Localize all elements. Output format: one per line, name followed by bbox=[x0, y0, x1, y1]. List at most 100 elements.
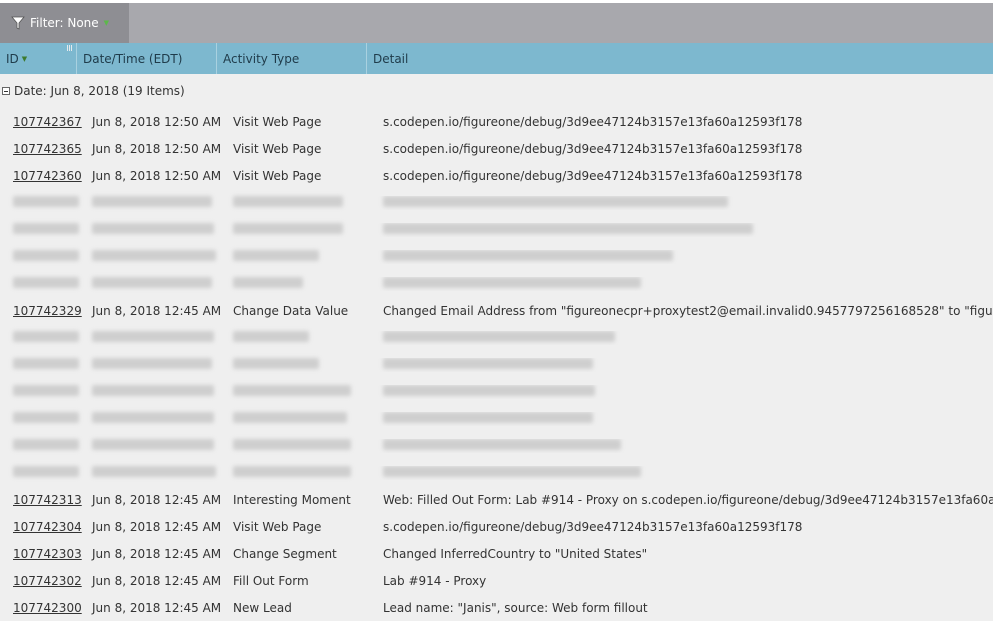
activity-datetime: Jun 8, 2018 12:45 AM bbox=[92, 303, 222, 318]
redacted-cell bbox=[80, 330, 221, 345]
activity-detail: s.codepen.io/figureone/debug/3d9ee47124b… bbox=[383, 519, 803, 534]
activity-type: Visit Web Page bbox=[233, 114, 322, 129]
redacted-text bbox=[233, 195, 343, 207]
activity-type: Change Segment bbox=[233, 546, 337, 561]
redacted-cell bbox=[221, 384, 371, 399]
redacted-cell bbox=[221, 195, 371, 210]
activity-type: Interesting Moment bbox=[233, 492, 351, 507]
redacted-text bbox=[92, 384, 214, 396]
redacted-text bbox=[13, 195, 79, 207]
redacted-cell bbox=[371, 411, 993, 426]
redacted-text bbox=[13, 249, 79, 261]
row-container: 107742367 Jun 8, 2018 12:50 AM Visit Web P… bbox=[0, 108, 993, 621]
redacted-cell bbox=[221, 411, 371, 426]
activity-detail: s.codepen.io/figureone/debug/3d9ee47124b… bbox=[383, 168, 803, 183]
table-row[interactable] bbox=[0, 324, 993, 351]
column-menu-icon[interactable] bbox=[67, 45, 73, 51]
activity-id-link[interactable]: 107742329 bbox=[0, 304, 82, 318]
activity-detail: Web: Filled Out Form: Lab #914 - Proxy o… bbox=[383, 492, 993, 507]
activity-type: Fill Out Form bbox=[233, 573, 309, 588]
table-row[interactable] bbox=[0, 459, 993, 486]
redacted-cell bbox=[371, 357, 993, 372]
table-row[interactable]: 107742300 Jun 8, 2018 12:45 AM New Lead Lea… bbox=[0, 594, 993, 621]
redacted-text bbox=[233, 330, 309, 342]
redacted-cell bbox=[371, 249, 993, 264]
redacted-cell bbox=[371, 330, 993, 345]
redacted-text bbox=[233, 438, 351, 450]
redacted-cell bbox=[371, 195, 993, 210]
column-header-detail[interactable]: Detail bbox=[367, 43, 993, 74]
collapse-icon[interactable] bbox=[2, 87, 10, 95]
activity-type: Visit Web Page bbox=[233, 168, 322, 183]
toolbar: Filter: None ▼ bbox=[0, 3, 993, 43]
activity-detail: Changed Email Address from "figureonecpr… bbox=[383, 303, 993, 318]
sort-desc-icon[interactable]: ▼ bbox=[22, 55, 27, 63]
activity-id-link[interactable]: 107742313 bbox=[0, 493, 82, 507]
activity-type: New Lead bbox=[233, 600, 292, 615]
table-row[interactable]: 107742365 Jun 8, 2018 12:50 AM Visit Web P… bbox=[0, 135, 993, 162]
redacted-text bbox=[383, 276, 641, 288]
dropdown-arrow-icon: ▼ bbox=[103, 19, 110, 27]
table-row[interactable] bbox=[0, 432, 993, 459]
redacted-cell bbox=[0, 249, 80, 264]
table-row[interactable]: 107742360 Jun 8, 2018 12:50 AM Visit Web P… bbox=[0, 162, 993, 189]
redacted-text bbox=[92, 465, 216, 477]
redacted-text bbox=[92, 249, 216, 261]
redacted-text bbox=[13, 222, 79, 234]
column-header-id[interactable]: ID ▼ bbox=[0, 43, 77, 74]
table-row[interactable] bbox=[0, 351, 993, 378]
activity-detail: s.codepen.io/figureone/debug/3d9ee47124b… bbox=[383, 141, 803, 156]
activity-id-link[interactable]: 107742367 bbox=[0, 115, 82, 129]
filter-button[interactable]: Filter: None ▼ bbox=[0, 3, 129, 43]
redacted-text bbox=[92, 330, 214, 342]
activity-detail: s.codepen.io/figureone/debug/3d9ee47124b… bbox=[383, 114, 803, 129]
table-row[interactable] bbox=[0, 378, 993, 405]
redacted-cell bbox=[80, 465, 221, 480]
group-label: Date: Jun 8, 2018 (19 Items) bbox=[14, 84, 185, 98]
activity-id-link[interactable]: 107742303 bbox=[0, 547, 82, 561]
redacted-text bbox=[233, 384, 351, 396]
activity-type: Visit Web Page bbox=[233, 141, 322, 156]
column-header-datetime[interactable]: Date/Time (EDT) bbox=[77, 43, 217, 74]
redacted-text bbox=[383, 357, 593, 369]
redacted-text bbox=[383, 249, 673, 261]
activity-id-link[interactable]: 107742365 bbox=[0, 142, 82, 156]
table-row[interactable] bbox=[0, 270, 993, 297]
redacted-cell bbox=[0, 384, 80, 399]
activity-id-link[interactable]: 107742302 bbox=[0, 574, 82, 588]
redacted-cell bbox=[80, 249, 221, 264]
column-header-label: Detail bbox=[373, 51, 409, 66]
table-row[interactable] bbox=[0, 405, 993, 432]
activity-detail: Changed InferredCountry to "United State… bbox=[383, 546, 648, 561]
redacted-cell bbox=[0, 195, 80, 210]
group-row[interactable]: Date: Jun 8, 2018 (19 Items) bbox=[0, 74, 993, 108]
table-row[interactable] bbox=[0, 216, 993, 243]
column-header-label: Activity Type bbox=[223, 51, 300, 66]
redacted-cell bbox=[0, 222, 80, 237]
activity-id-link[interactable]: 107742300 bbox=[0, 601, 82, 615]
table-row[interactable]: 107742304 Jun 8, 2018 12:45 AM Visit Web P… bbox=[0, 513, 993, 540]
redacted-text bbox=[383, 438, 621, 450]
activity-id-link[interactable]: 107742304 bbox=[0, 520, 82, 534]
table-row[interactable] bbox=[0, 243, 993, 270]
activity-datetime: Jun 8, 2018 12:50 AM bbox=[92, 114, 222, 129]
table-row[interactable] bbox=[0, 189, 993, 216]
redacted-text bbox=[13, 357, 79, 369]
activity-type: Visit Web Page bbox=[233, 519, 322, 534]
table-row[interactable]: 107742367 Jun 8, 2018 12:50 AM Visit Web P… bbox=[0, 108, 993, 135]
table-row[interactable]: 107742303 Jun 8, 2018 12:45 AM Change Segm… bbox=[0, 540, 993, 567]
redacted-text bbox=[383, 195, 728, 207]
activity-datetime: Jun 8, 2018 12:45 AM bbox=[92, 519, 222, 534]
redacted-text bbox=[92, 222, 214, 234]
table-row[interactable]: 107742313 Jun 8, 2018 12:45 AM Interesting… bbox=[0, 486, 993, 513]
activity-datetime: Jun 8, 2018 12:45 AM bbox=[92, 600, 222, 615]
redacted-cell bbox=[0, 411, 80, 426]
redacted-text bbox=[233, 357, 319, 369]
redacted-cell bbox=[80, 384, 221, 399]
activity-id-link[interactable]: 107742360 bbox=[0, 169, 82, 183]
table-row[interactable]: 107742302 Jun 8, 2018 12:45 AM Fill Out Fo… bbox=[0, 567, 993, 594]
table-row[interactable]: 107742329 Jun 8, 2018 12:45 AM Change Data… bbox=[0, 297, 993, 324]
redacted-cell bbox=[0, 276, 80, 291]
redacted-cell bbox=[371, 222, 993, 237]
column-header-activity-type[interactable]: Activity Type bbox=[217, 43, 367, 74]
